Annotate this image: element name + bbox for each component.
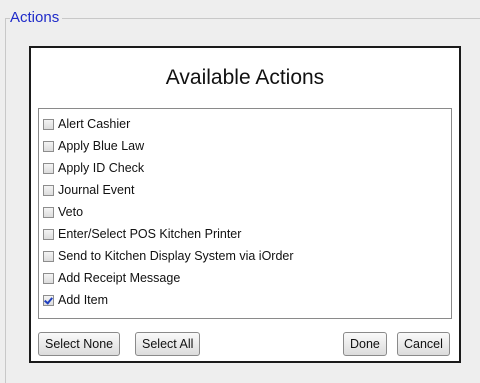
checkbox[interactable] xyxy=(43,228,54,240)
item-label: Enter/Select POS Kitchen Printer xyxy=(58,227,242,241)
list-item-alert-cashier[interactable]: Alert Cashier xyxy=(39,113,451,135)
cancel-button[interactable]: Cancel xyxy=(397,332,450,356)
checkbox[interactable] xyxy=(43,272,54,284)
select-none-button[interactable]: Select None xyxy=(38,332,121,356)
checkbox[interactable] xyxy=(43,118,54,130)
fieldset-border xyxy=(5,18,480,19)
actions-list[interactable]: Alert Cashier Apply Blue Law Apply ID Ch… xyxy=(38,108,452,319)
fieldset-border-left xyxy=(5,18,6,383)
list-item-journal-event[interactable]: Journal Event xyxy=(39,179,451,201)
item-label: Add Receipt Message xyxy=(58,271,181,285)
checkbox[interactable] xyxy=(43,162,54,174)
checkbox[interactable] xyxy=(43,184,54,196)
fieldset-legend: Actions xyxy=(10,9,63,27)
item-label: Journal Event xyxy=(58,183,135,197)
checkbox[interactable] xyxy=(43,250,54,262)
checkbox-checked[interactable] xyxy=(43,294,54,306)
checkbox[interactable] xyxy=(43,140,54,152)
item-label: Add Item xyxy=(58,293,109,307)
list-item-kitchen-display[interactable]: Send to Kitchen Display System via iOrde… xyxy=(39,245,451,267)
list-item-add-item[interactable]: Add Item xyxy=(39,289,451,311)
available-actions-dialog: Available Actions Alert Cashier Apply Bl… xyxy=(29,46,461,363)
item-label: Veto xyxy=(58,205,84,219)
item-label: Alert Cashier xyxy=(58,117,131,131)
select-all-button[interactable]: Select All xyxy=(135,332,201,356)
checkbox[interactable] xyxy=(43,206,54,218)
dialog-title: Available Actions xyxy=(165,66,325,89)
list-item-apply-id-check[interactable]: Apply ID Check xyxy=(39,157,451,179)
item-label: Apply Blue Law xyxy=(58,139,145,153)
list-item-kitchen-printer[interactable]: Enter/Select POS Kitchen Printer xyxy=(39,223,451,245)
item-label: Apply ID Check xyxy=(58,161,145,175)
list-item-receipt-message[interactable]: Add Receipt Message xyxy=(39,267,451,289)
done-button[interactable]: Done xyxy=(343,332,387,356)
list-item-veto[interactable]: Veto xyxy=(39,201,451,223)
list-item-apply-blue-law[interactable]: Apply Blue Law xyxy=(39,135,451,157)
item-label: Send to Kitchen Display System via iOrde… xyxy=(58,249,294,263)
